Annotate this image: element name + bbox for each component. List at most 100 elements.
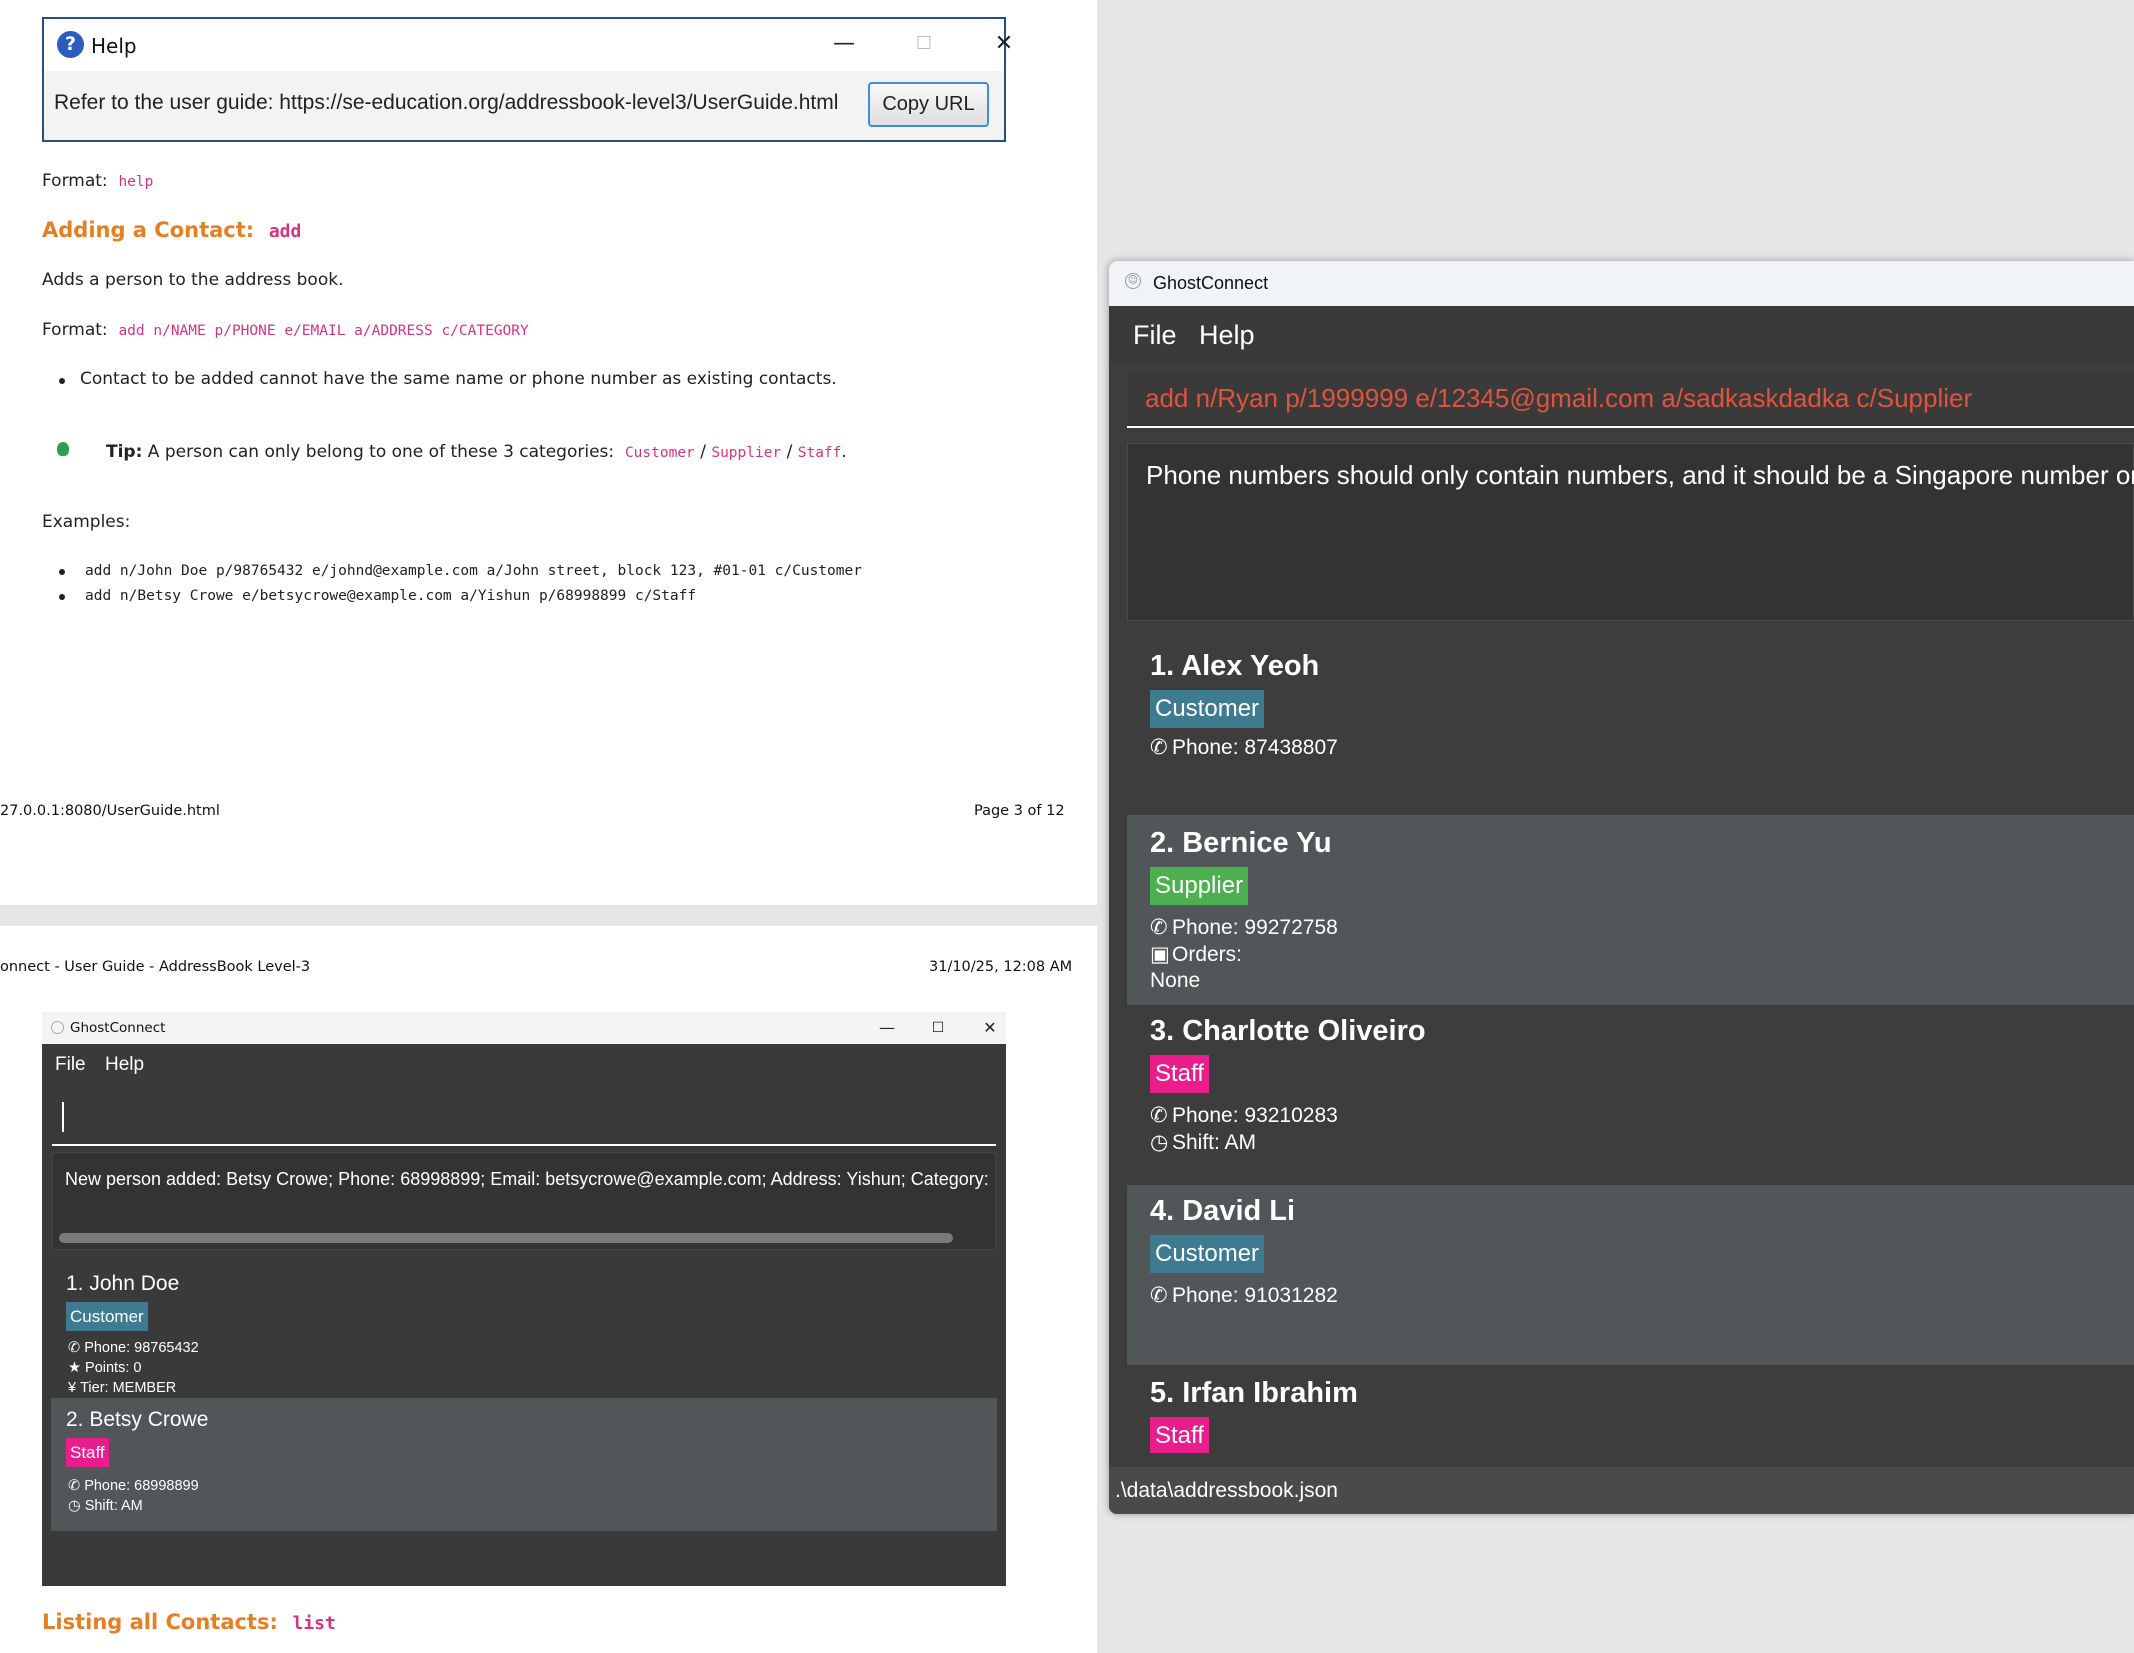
tip-body: A person can only belong to one of these… [147, 442, 615, 462]
command-input[interactable]: add n/Ryan p/1999999 e/12345@gmail.com a… [1145, 383, 1972, 414]
mini-result-display: New person added: Betsy Crowe; Phone: 68… [52, 1152, 996, 1250]
help-message: Refer to the user guide: https://se-educ… [54, 91, 839, 114]
close-icon: ✕ [983, 1018, 997, 1037]
help-titlebar: ? Help — ☐ ✕ [44, 19, 1013, 71]
tip-text: Tip: A person can only belong to one of … [106, 442, 847, 462]
tip-category-customer: Customer [624, 445, 695, 461]
mini-menu-help: Help [105, 1054, 145, 1075]
format-label: Format: [42, 171, 108, 191]
add-heading-text: Adding a Contact: [42, 218, 255, 242]
example-2: add n/Betsy Crowe e/betsycrowe@example.c… [85, 588, 697, 604]
window-titlebar[interactable]: ☺ GhostConnect [1109, 261, 2134, 306]
category-tag: Supplier [1150, 867, 1249, 905]
person-card[interactable]: 5. Irfan Ibrahim Staff [1127, 1365, 2134, 1453]
mini-person-name: 1. John Doe [66, 1272, 180, 1295]
person-name: 5. Irfan Ibrahim [1150, 1377, 1358, 1409]
help-format: Format: help [42, 171, 153, 191]
mini-phone-value: Phone: 98765432 [84, 1340, 199, 1356]
clock-icon: ◷ [1150, 1131, 1169, 1154]
window-title: GhostConnect [1153, 273, 1269, 293]
phone-value: Phone: 93210283 [1172, 1104, 1338, 1127]
orders-label: Orders: [1172, 943, 1243, 966]
category-tag: Customer [1150, 690, 1265, 728]
tip-end: . [841, 442, 847, 462]
list-heading-text: Listing all Contacts: [42, 1610, 278, 1634]
phone-value: Phone: 99272758 [1172, 916, 1338, 939]
star-icon: ★ [68, 1360, 86, 1376]
mini-person-card: 2. Betsy Crowe Staff ✆ Phone: 68998899 ◷… [51, 1398, 997, 1531]
command-box[interactable]: add n/Ryan p/1999999 e/12345@gmail.com a… [1127, 373, 2134, 428]
mini-phone-field: ✆ Phone: 68998899 [68, 1478, 199, 1494]
mini-points-value: Points: 0 [85, 1360, 142, 1376]
shift-field: ◷ Shift: AM [1150, 1130, 1256, 1155]
mini-person-list: 1. John Doe Customer ✆ Phone: 98765432 ★… [51, 1260, 997, 1581]
pdf-page-4: onnect - User Guide - AddressBook Level-… [0, 926, 1097, 1653]
maximize-icon: ☐ [931, 1020, 945, 1036]
tier-icon: ¥ [68, 1380, 81, 1396]
mini-person-card: 1. John Doe Customer ✆ Phone: 98765432 ★… [51, 1260, 997, 1398]
menu-file[interactable]: File [1133, 320, 1177, 351]
person-card[interactable]: 4. David Li Customer ✆ Phone: 91031282 [1127, 1185, 2134, 1365]
person-name: 3. Charlotte Oliveiro [1150, 1015, 1426, 1047]
mini-person-name: 2. Betsy Crowe [66, 1408, 209, 1431]
bullet-icon [59, 569, 65, 575]
close-icon[interactable]: ✕ [984, 27, 1024, 61]
phone-field: ✆ Phone: 93210283 [1150, 1103, 1338, 1128]
bullet-icon [59, 594, 65, 600]
person-card[interactable]: 2. Bernice Yu Supplier ✆ Phone: 99272758 … [1127, 815, 2134, 1005]
orders-value: None [1150, 969, 1201, 992]
mini-menubar: File Help [42, 1044, 1006, 1084]
add-heading-code: add [268, 221, 302, 242]
mini-phone-field: ✆ Phone: 98765432 [68, 1340, 199, 1356]
mini-category-tag: Staff [66, 1438, 109, 1467]
minimize-icon[interactable]: — [824, 27, 864, 61]
add-format: Format: add n/NAME p/PHONE e/EMAIL a/ADD… [42, 320, 529, 340]
bullet-icon [59, 378, 65, 384]
tip-category-staff: Staff [797, 445, 842, 461]
category-tag: Staff [1150, 1055, 1209, 1093]
person-list[interactable]: 1. Alex Yeoh Customer ✆ Phone: 87438807 2… [1127, 635, 2134, 1453]
person-name: 4. David Li [1150, 1195, 1296, 1227]
mini-menu-file: File [55, 1054, 86, 1075]
page-header-date: 31/10/25, 12:08 AM [929, 959, 1073, 975]
list-heading-code: list [292, 1613, 336, 1634]
phone-icon: ✆ [1150, 736, 1168, 759]
mini-phone-value: Phone: 68998899 [84, 1478, 199, 1494]
mini-command-box [52, 1090, 996, 1146]
mini-tier-field: ¥ Tier: MEMBER [68, 1380, 176, 1396]
footer-page-number: Page 3 of 12 [974, 803, 1065, 819]
text-caret [62, 1102, 64, 1132]
status-file-path: .\data\addressbook.json [1115, 1479, 1338, 1502]
add-constraint: Contact to be added cannot have the same… [80, 369, 837, 389]
phone-field: ✆ Phone: 99272758 [1150, 915, 1338, 940]
examples-label: Examples: [42, 512, 131, 532]
tip-separator: / [786, 442, 793, 462]
mini-horizontal-scrollbar [59, 1233, 953, 1243]
example-1: add n/John Doe p/98765432 e/johnd@exampl… [85, 563, 862, 579]
person-name: 2. Bernice Yu [1150, 827, 1332, 859]
person-card[interactable]: 3. Charlotte Oliveiro Staff ✆ Phone: 9321… [1127, 1005, 2134, 1185]
shift-value: Shift: AM [1172, 1131, 1257, 1154]
person-card[interactable]: 1. Alex Yeoh Customer ✆ Phone: 87438807 [1127, 635, 2134, 815]
copy-url-button[interactable]: Copy URL [868, 82, 989, 127]
phone-icon: ✆ [1150, 1284, 1168, 1307]
mini-shift-value: Shift: AM [84, 1498, 143, 1514]
menu-help[interactable]: Help [1199, 320, 1255, 351]
mini-result-text: New person added: Betsy Crowe; Phone: 68… [65, 1169, 990, 1189]
list-heading: Listing all Contacts: list [42, 1610, 336, 1634]
tip-separator: / [700, 442, 706, 462]
person-name: 1. Alex Yeoh [1150, 650, 1320, 682]
help-format-code: help [118, 174, 154, 190]
format-label: Format: [42, 320, 108, 340]
add-description: Adds a person to the address book. [42, 270, 344, 290]
maximize-icon: ☐ [915, 33, 933, 54]
phone-field: ✆ Phone: 91031282 [1150, 1283, 1338, 1308]
menubar: File Help [1109, 306, 2134, 364]
lightbulb-icon [57, 442, 69, 456]
ghost-app-icon: ☺ [1125, 273, 1141, 289]
mini-category-tag: Customer [66, 1302, 148, 1331]
phone-value: Phone: 87438807 [1172, 736, 1338, 759]
orders-field: ▣ Orders: [1150, 942, 1242, 967]
embedded-screenshot: GhostConnect — ☐ ✕ File Help New person … [42, 1012, 1006, 1586]
category-tag: Customer [1150, 1235, 1265, 1273]
